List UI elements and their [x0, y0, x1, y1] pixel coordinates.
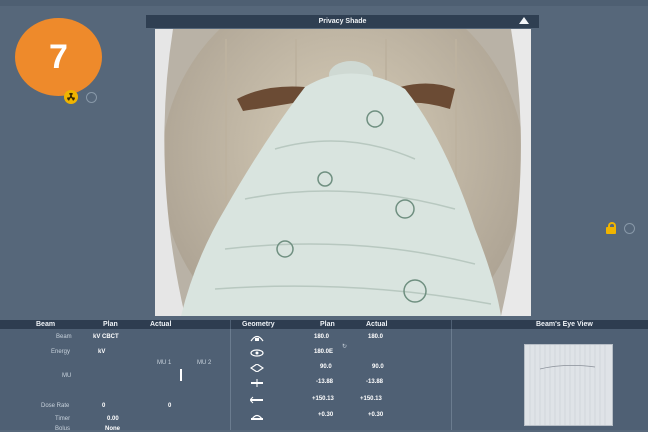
info-icon[interactable] — [86, 91, 97, 103]
mu1-label: MU 1 — [157, 360, 172, 366]
collimator-icon — [250, 349, 264, 357]
dose-rate-actual-value: 0 — [168, 403, 172, 409]
couch-vertical-icon — [251, 379, 263, 387]
couch-lateral-icon — [251, 414, 263, 420]
lock-indicators — [606, 222, 635, 234]
timer-label: Timer — [55, 416, 71, 422]
geometry-plan-header: Plan — [320, 321, 335, 328]
radiation-warning-icon — [64, 90, 78, 104]
privacy-shade-bar[interactable]: Privacy Shade — [146, 15, 539, 28]
couch-rotation-plan-value: 90.0 — [320, 364, 332, 370]
geometry-column-header: Geometry — [242, 321, 275, 328]
gantry-plan-value: 180.0 — [314, 334, 330, 340]
lock-info-icon[interactable] — [624, 222, 635, 234]
mu-label: MU — [62, 373, 72, 379]
couch-vertical-plan-value: -13.88 — [316, 379, 334, 385]
beam-column-header: Beam — [36, 321, 56, 328]
couch-longitudinal-icon — [250, 396, 263, 404]
couch-longitudinal-actual-value: +150.13 — [360, 396, 382, 402]
gantry-actual-value: 180.0 — [368, 334, 384, 340]
energy-plan-value: kV — [98, 349, 106, 355]
gantry-icon — [250, 335, 264, 342]
panel-divider — [230, 329, 231, 430]
timer-plan-value: 0.00 — [107, 416, 119, 422]
panel-divider — [451, 329, 452, 430]
mu2-label: MU 2 — [197, 360, 212, 366]
beam-plan-header: Plan — [103, 321, 118, 328]
couch-lateral-actual-value: +0.30 — [368, 412, 384, 418]
patient-camera-view — [155, 29, 531, 316]
privacy-shade-title: Privacy Shade — [318, 18, 367, 25]
couch-longitudinal-plan-value: +150.13 — [312, 396, 334, 402]
beams-eye-view-image — [524, 344, 613, 426]
beam-plan-value: kV CBCT — [93, 334, 119, 340]
bev-header: Beam's Eye View — [536, 321, 593, 328]
beam-actual-header: Actual — [150, 321, 172, 328]
beam-label: Beam — [56, 334, 72, 340]
mu-progress-bar — [180, 369, 182, 381]
couch-rotation-actual-value: 90.0 — [372, 364, 384, 370]
collapse-caret-icon[interactable] — [519, 17, 529, 24]
couch-lateral-plan-value: +0.30 — [318, 412, 334, 418]
status-indicators — [64, 90, 97, 104]
collimator-plan-value: 180.0E — [314, 349, 334, 355]
energy-label: Energy — [51, 349, 71, 355]
bolus-label: Bolus — [55, 426, 71, 432]
dose-rate-label: Dose Rate — [41, 403, 70, 409]
step-number-badge: 7 — [15, 18, 102, 96]
bolus-plan-value: None — [105, 426, 120, 432]
refresh-icon[interactable]: ↻ — [342, 343, 347, 350]
couch-vertical-actual-value: -13.88 — [366, 379, 384, 385]
top-bar — [0, 0, 648, 6]
dose-rate-plan-value: 0 — [102, 403, 106, 409]
treatment-parameters-panel: Beam Plan Actual Geometry Plan Actual Be… — [0, 320, 648, 432]
lock-icon[interactable] — [606, 222, 616, 234]
geometry-actual-header: Actual — [366, 321, 388, 328]
couch-rotation-icon — [250, 364, 264, 372]
